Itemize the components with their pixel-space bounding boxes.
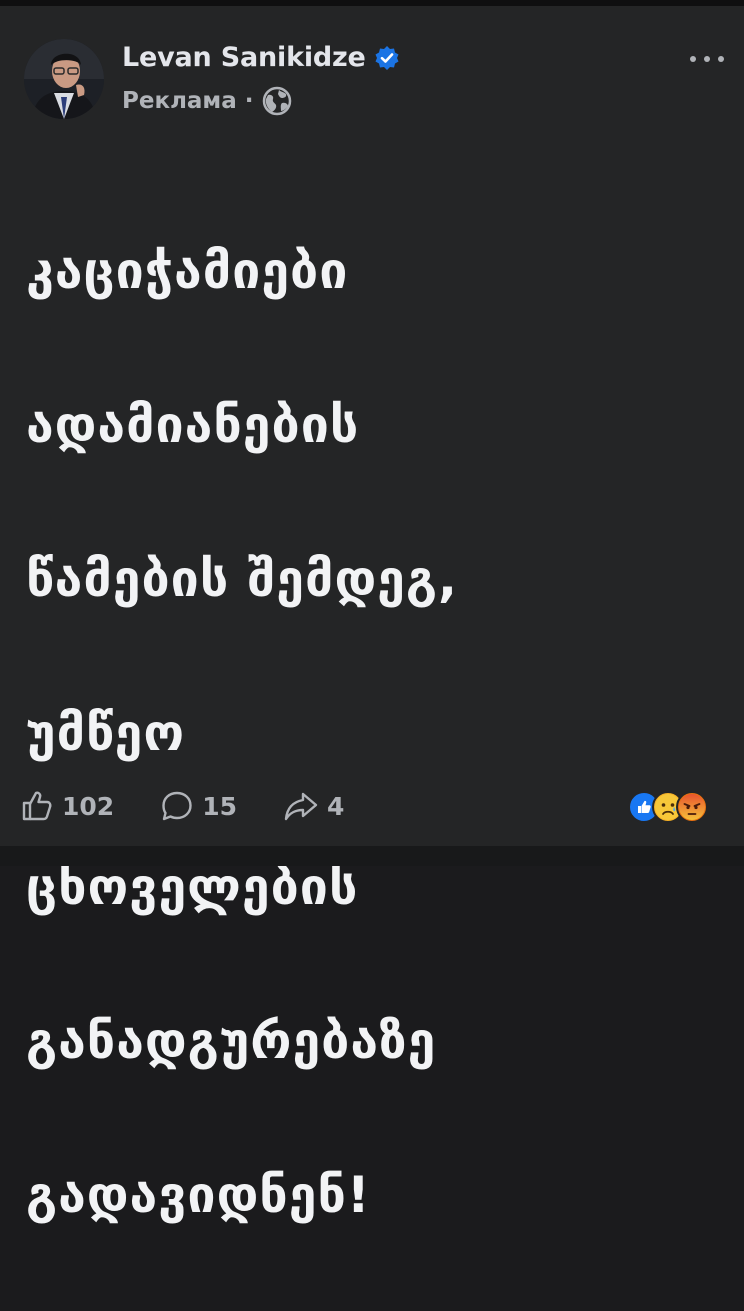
like-button[interactable]: 102 (20, 789, 114, 823)
author-row: Levan Sanikidze (122, 42, 400, 73)
comment-bubble-icon (162, 791, 192, 821)
verified-badge-icon (374, 45, 400, 71)
more-options-button[interactable] (690, 44, 724, 74)
post-text-line: უმწეო (26, 704, 186, 762)
post-text-line: გადავიდნენ! (26, 1166, 371, 1224)
author-avatar[interactable] (24, 39, 104, 119)
more-horizontal-icon-dot (704, 56, 710, 62)
share-button[interactable]: 4 (283, 789, 344, 823)
angry-reaction-icon (676, 791, 708, 823)
post-text-line: კაციჭამიები (26, 242, 349, 300)
more-horizontal-icon-dot (718, 56, 724, 62)
share-count: 4 (326, 791, 345, 821)
sponsored-label[interactable]: Реклама (122, 88, 237, 114)
action-bar: 102 15 4 (20, 786, 390, 826)
thumbs-up-icon (22, 791, 52, 821)
post-text-line: წამების შემდეგ, (26, 550, 459, 608)
post-text-line: ადამიანების (26, 396, 360, 454)
post-card: Levan Sanikidze Реклама · კაციჭამიები ად… (0, 6, 744, 1224)
globe-icon[interactable] (262, 86, 292, 116)
avatar-image (24, 39, 104, 119)
bottom-edge (0, 846, 744, 866)
post-text: კაციჭამიები ადამიანების წამების შემდეგ, … (26, 156, 726, 1311)
comment-count: 15 (202, 791, 237, 821)
meta-separator: · (244, 88, 254, 114)
more-horizontal-icon-dot (690, 56, 696, 62)
post-meta: Реклама · (122, 86, 292, 116)
like-count: 102 (62, 791, 115, 821)
share-arrow-icon (284, 792, 318, 821)
post-text-line: განადგურებაზე (26, 1012, 437, 1070)
author-name[interactable]: Levan Sanikidze (122, 42, 366, 73)
comment-button[interactable]: 15 (160, 789, 237, 823)
reaction-summary[interactable] (628, 790, 708, 824)
